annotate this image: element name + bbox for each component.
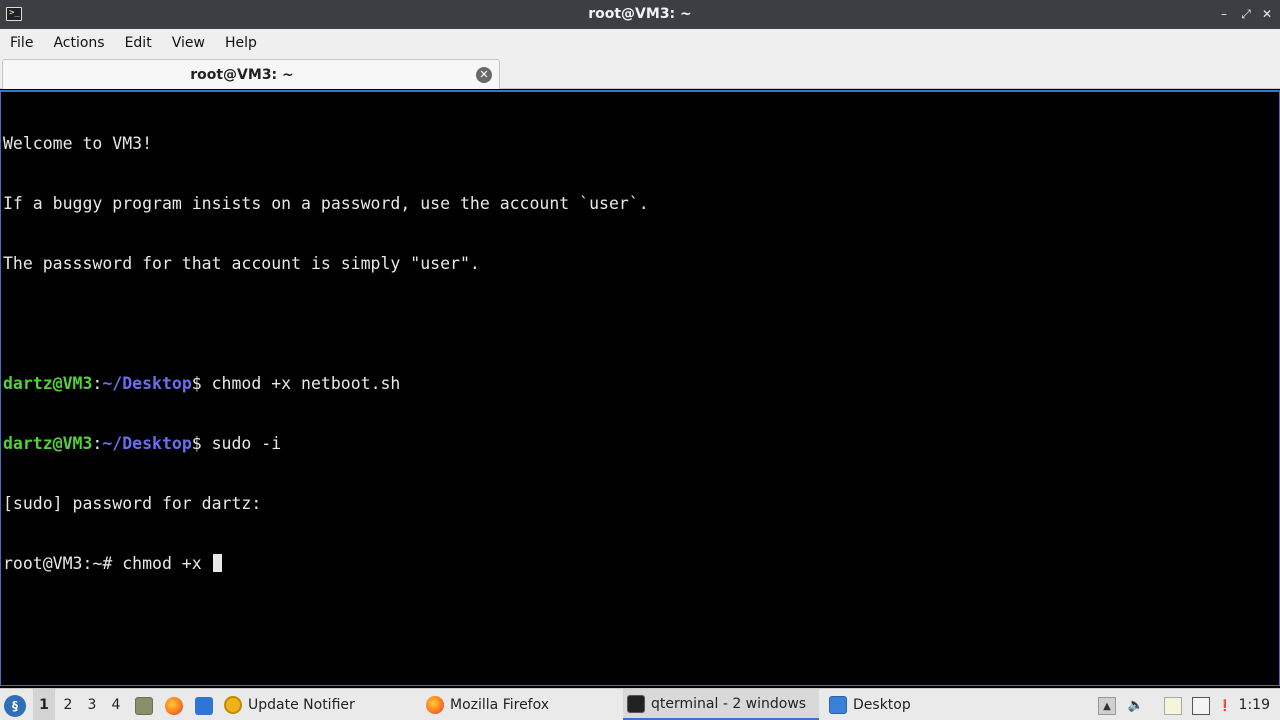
network-icon[interactable] bbox=[1192, 697, 1210, 715]
prompt-separator: : bbox=[92, 434, 103, 453]
prompt-user: dartz@VM3 bbox=[3, 374, 93, 393]
menu-edit[interactable]: Edit bbox=[115, 29, 162, 57]
taskbar: § 1 2 3 4 Update Notifier Mozilla Firefo… bbox=[0, 688, 1280, 720]
eject-icon[interactable]: ▲ bbox=[1098, 697, 1116, 715]
clipboard-icon[interactable] bbox=[1164, 697, 1182, 715]
firefox-launcher-icon[interactable] bbox=[165, 697, 183, 715]
firefox-icon bbox=[426, 696, 444, 714]
minimize-button[interactable]: – bbox=[1215, 5, 1233, 23]
workspace-2[interactable]: 2 bbox=[57, 689, 79, 720]
workspace-3[interactable]: 3 bbox=[81, 689, 103, 720]
task-firefox-label: Mozilla Firefox bbox=[450, 697, 550, 713]
workspace-4[interactable]: 4 bbox=[105, 689, 127, 720]
tab-close-icon[interactable]: ✕ bbox=[476, 67, 492, 83]
prompt-path: ~/Desktop bbox=[102, 434, 192, 453]
prompt-path: ~/Desktop bbox=[102, 374, 192, 393]
root-prompt-command: root@VM3:~# chmod +x bbox=[3, 554, 212, 573]
qterminal-icon bbox=[627, 694, 645, 713]
file-manager-launcher-icon[interactable] bbox=[135, 697, 153, 715]
terminal-line: If a buggy program insists on a password… bbox=[3, 194, 649, 213]
prompt-suffix: $ bbox=[191, 374, 212, 393]
task-update-notifier-label: Update Notifier bbox=[248, 697, 355, 713]
prompt-separator: : bbox=[92, 374, 103, 393]
task-qterminal-label: qterminal - 2 windows bbox=[651, 695, 807, 712]
tab-root-vm3[interactable]: root@VM3: ~ ✕ bbox=[2, 59, 500, 89]
terminal-input-line[interactable]: root@VM3:~# chmod +x bbox=[3, 554, 1279, 574]
menu-help[interactable]: Help bbox=[215, 29, 267, 57]
update-notifier-icon bbox=[224, 696, 242, 714]
clock[interactable]: 1:19 bbox=[1239, 689, 1270, 720]
terminal-cursor bbox=[212, 554, 222, 572]
window-titlebar[interactable]: >_ root@VM3: ~ – ⤢ ✕ bbox=[0, 0, 1280, 29]
volume-icon[interactable]: 🔈 bbox=[1127, 697, 1145, 715]
terminal-line: The passsword for that account is simply… bbox=[3, 254, 480, 273]
menu-view[interactable]: View bbox=[162, 29, 215, 57]
tab-label: root@VM3: ~ bbox=[190, 67, 294, 83]
task-update-notifier[interactable]: Update Notifier bbox=[224, 689, 420, 720]
terminal-line: Welcome to VM3! bbox=[3, 134, 153, 153]
menu-bar: File Actions Edit View Help bbox=[0, 29, 1280, 57]
tab-bar: root@VM3: ~ ✕ bbox=[0, 57, 1280, 89]
task-desktop-label: Desktop bbox=[853, 697, 911, 713]
terminal-output[interactable]: Welcome to VM3! If a buggy program insis… bbox=[0, 90, 1280, 686]
close-button[interactable]: ✕ bbox=[1258, 5, 1276, 23]
prompt-user: dartz@VM3 bbox=[3, 434, 93, 453]
terminal-command-line: dartz@VM3:~/Desktop$ chmod +x netboot.sh bbox=[3, 374, 1279, 394]
task-desktop[interactable]: Desktop bbox=[829, 689, 1025, 720]
menu-actions[interactable]: Actions bbox=[43, 29, 114, 57]
prompt-suffix: $ bbox=[191, 434, 212, 453]
show-desktop-icon[interactable] bbox=[195, 697, 213, 715]
task-qterminal[interactable]: qterminal - 2 windows bbox=[623, 689, 819, 720]
folder-icon bbox=[829, 696, 847, 714]
command-text: sudo -i bbox=[211, 434, 282, 453]
task-firefox[interactable]: Mozilla Firefox bbox=[426, 689, 621, 720]
terminal-line: [sudo] password for dartz: bbox=[3, 494, 262, 513]
maximize-button[interactable]: ⤢ bbox=[1237, 5, 1255, 23]
workspace-1[interactable]: 1 bbox=[33, 689, 55, 720]
start-menu-icon[interactable]: § bbox=[4, 695, 26, 717]
notification-icon[interactable]: ❗ bbox=[1216, 697, 1234, 715]
menu-file[interactable]: File bbox=[0, 29, 43, 57]
command-text: chmod +x netboot.sh bbox=[211, 374, 401, 393]
window-title: root@VM3: ~ bbox=[588, 6, 692, 22]
terminal-command-line: dartz@VM3:~/Desktop$ sudo -i bbox=[3, 434, 1279, 454]
